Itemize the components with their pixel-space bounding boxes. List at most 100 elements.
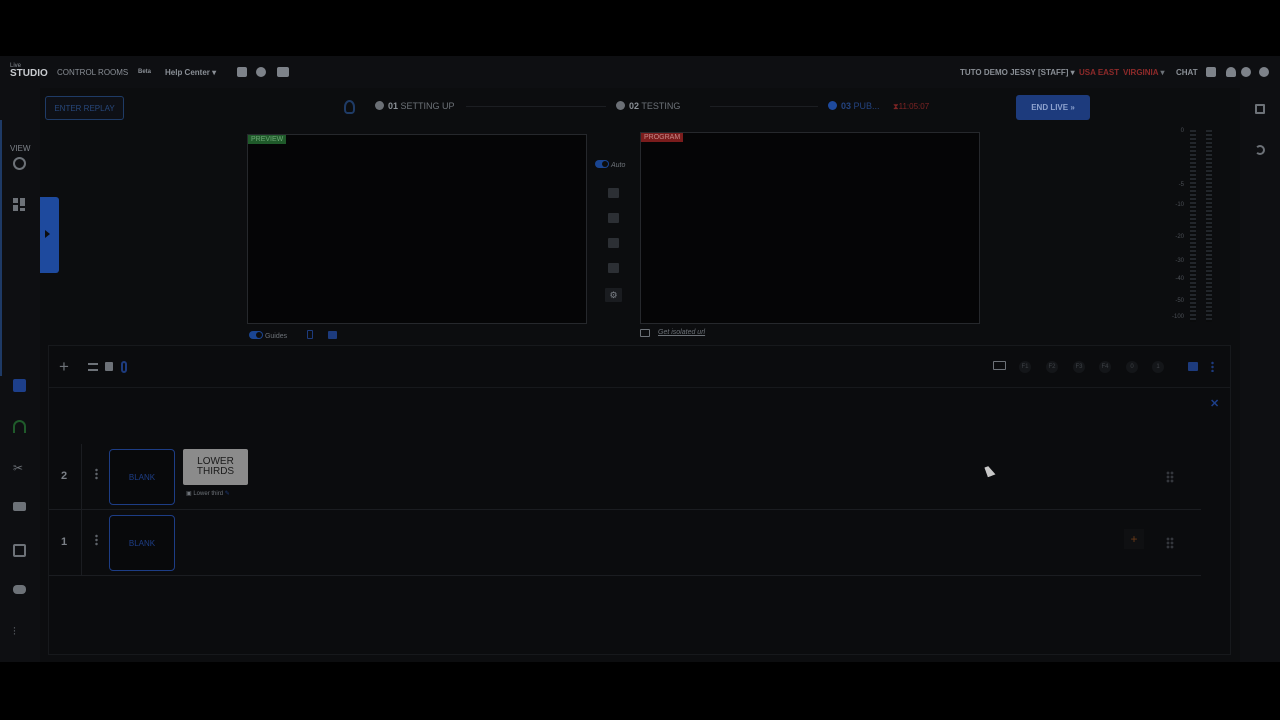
- f3-key-button[interactable]: F3: [1073, 361, 1085, 373]
- help-buoy-icon[interactable]: [256, 67, 266, 79]
- close-icon[interactable]: ✕: [1210, 397, 1219, 410]
- vu-label: -50: [1175, 298, 1184, 304]
- step-testing[interactable]: 02 TESTING: [616, 101, 680, 111]
- step-dot: [375, 101, 384, 110]
- enter-replay-button[interactable]: ENTER REPLAY: [45, 96, 124, 120]
- scissors-icon[interactable]: ✂: [13, 461, 26, 475]
- live-studio-app: Live STUDIO CONTROL ROOMS Beta Help Cent…: [0, 56, 1280, 662]
- account-dropdown[interactable]: TUTO DEMO JESSY [STAFF] ▾: [960, 68, 1075, 77]
- undo-icon[interactable]: [1255, 145, 1265, 155]
- add-layer-plus-icon[interactable]: +: [59, 358, 69, 375]
- program-tag: PROGRAM: [641, 133, 684, 142]
- layer-menu-icon[interactable]: [95, 468, 98, 480]
- auto-toggle[interactable]: Auto: [595, 160, 625, 169]
- user-icon[interactable]: [1226, 67, 1236, 79]
- beta-badge: Beta: [138, 69, 152, 75]
- lightbulb-icon[interactable]: [344, 100, 355, 114]
- toggle-switch[interactable]: [595, 160, 609, 168]
- guides-toggle[interactable]: Guides: [249, 331, 287, 340]
- program-monitor: [640, 132, 980, 324]
- live-timer: ⧗11:05:07: [893, 102, 930, 111]
- add-scene-plus-icon[interactable]: +: [1124, 529, 1144, 549]
- edit-pencil-icon[interactable]: ✎: [225, 491, 230, 497]
- preview-tag: PREVIEW: [248, 135, 287, 144]
- get-isolated-url-link[interactable]: Get isolated url: [658, 329, 705, 336]
- step-publishing[interactable]: 03 PUB...: [828, 101, 880, 111]
- chat-icon[interactable]: [1206, 67, 1216, 79]
- end-live-button[interactable]: END LIVE »: [1016, 95, 1090, 120]
- align-icon[interactable]: [88, 363, 98, 371]
- f1-key-button[interactable]: F1: [1019, 361, 1031, 373]
- row-divider: [81, 444, 82, 510]
- layer-menu-icon[interactable]: [95, 534, 98, 546]
- info-icon[interactable]: [1259, 67, 1269, 79]
- calendar-icon[interactable]: [237, 67, 247, 79]
- layers-toolbar: + F1 F2 F3 F4 0 1: [49, 346, 1230, 388]
- more-vertical-icon[interactable]: [1211, 361, 1214, 372]
- right-rail: [1240, 88, 1280, 662]
- mobile-icon[interactable]: [307, 330, 313, 339]
- vu-label: -30: [1175, 258, 1184, 264]
- layout-grid-icon[interactable]: [13, 198, 26, 211]
- media-cart-icon[interactable]: [13, 585, 26, 594]
- drawer-handle[interactable]: [40, 197, 59, 273]
- f2-key-button[interactable]: F2: [1046, 361, 1058, 373]
- row-divider: [81, 510, 82, 576]
- blank-scene[interactable]: BLANK: [109, 449, 175, 505]
- guides-label: Guides: [264, 333, 288, 340]
- wipe-icon[interactable]: [608, 238, 619, 248]
- dashboard-gauge-icon[interactable]: [13, 157, 26, 170]
- drag-handle-icon[interactable]: [1166, 537, 1174, 549]
- f4-key-button[interactable]: F4: [1099, 361, 1111, 373]
- vu-bar-left: [1190, 130, 1196, 322]
- layer-row: 1 BLANK +: [49, 510, 1201, 576]
- control-rooms-link[interactable]: CONTROL ROOMS: [57, 68, 128, 77]
- link-icon[interactable]: [121, 361, 127, 373]
- lower-thirds-card[interactable]: LOWER THIRDS: [183, 449, 248, 485]
- duplicate-icon[interactable]: [1188, 362, 1198, 371]
- gear-icon[interactable]: [1241, 67, 1251, 79]
- logo[interactable]: Live STUDIO: [10, 62, 48, 79]
- region-label: USA EAST: [1079, 68, 1120, 77]
- drag-handle-icon[interactable]: [1166, 471, 1174, 483]
- copy-icon[interactable]: [328, 331, 337, 339]
- vu-label: -40: [1175, 276, 1184, 282]
- vu-label: 0: [1180, 128, 1184, 134]
- lower-third-caption: ▣ Lower third ✎: [186, 491, 230, 497]
- cut-icon[interactable]: [608, 188, 619, 198]
- account-name: TUTO DEMO JESSY [STAFF]: [960, 68, 1069, 77]
- blank-scene[interactable]: BLANK: [109, 515, 175, 571]
- step-setting-up[interactable]: 01 SETTING UP: [375, 101, 455, 111]
- keyboard-icon[interactable]: [993, 361, 1006, 370]
- layer-number: 1: [61, 536, 68, 548]
- slide-icon[interactable]: [608, 263, 619, 273]
- step-dot: [616, 101, 625, 110]
- transition-settings-gear-icon[interactable]: ⚙: [605, 288, 622, 302]
- fade-icon[interactable]: [608, 213, 619, 223]
- top-bar: Live STUDIO CONTROL ROOMS Beta Help Cent…: [0, 56, 1280, 88]
- grid-view-icon[interactable]: [277, 67, 289, 79]
- comment-icon[interactable]: [13, 502, 26, 511]
- step-connector: [710, 106, 818, 107]
- panel-icon[interactable]: [1255, 104, 1265, 114]
- layers-panel: + F1 F2 F3 F4 0 1 ✕ 2 BLANK LOWER THIRDS…: [48, 345, 1231, 655]
- image-text-icon[interactable]: [13, 544, 26, 557]
- sliders-icon[interactable]: ⫶: [13, 626, 26, 639]
- rail-highlight: [0, 120, 2, 376]
- region-dropdown[interactable]: VIRGINIA ▾: [1123, 68, 1165, 77]
- layer-row: 2 BLANK LOWER THIRDS ▣ Lower third ✎: [49, 444, 1201, 510]
- toggle-switch[interactable]: [249, 331, 263, 339]
- key-1-button[interactable]: 1: [1152, 361, 1164, 373]
- chat-label[interactable]: CHAT: [1176, 68, 1198, 77]
- help-center-dropdown[interactable]: Help Center ▾: [165, 68, 216, 77]
- step-connector: [466, 106, 606, 107]
- vu-label: -20: [1175, 234, 1184, 240]
- help-center-label: Help Center: [165, 68, 210, 77]
- check-circle-icon: [828, 101, 837, 110]
- lock-icon[interactable]: [105, 362, 113, 371]
- key-0-button[interactable]: 0: [1126, 361, 1138, 373]
- layer-number: 2: [61, 470, 68, 482]
- preview-monitor[interactable]: [247, 134, 587, 324]
- broadcast-icon[interactable]: [13, 420, 26, 433]
- camera-icon[interactable]: [13, 379, 26, 392]
